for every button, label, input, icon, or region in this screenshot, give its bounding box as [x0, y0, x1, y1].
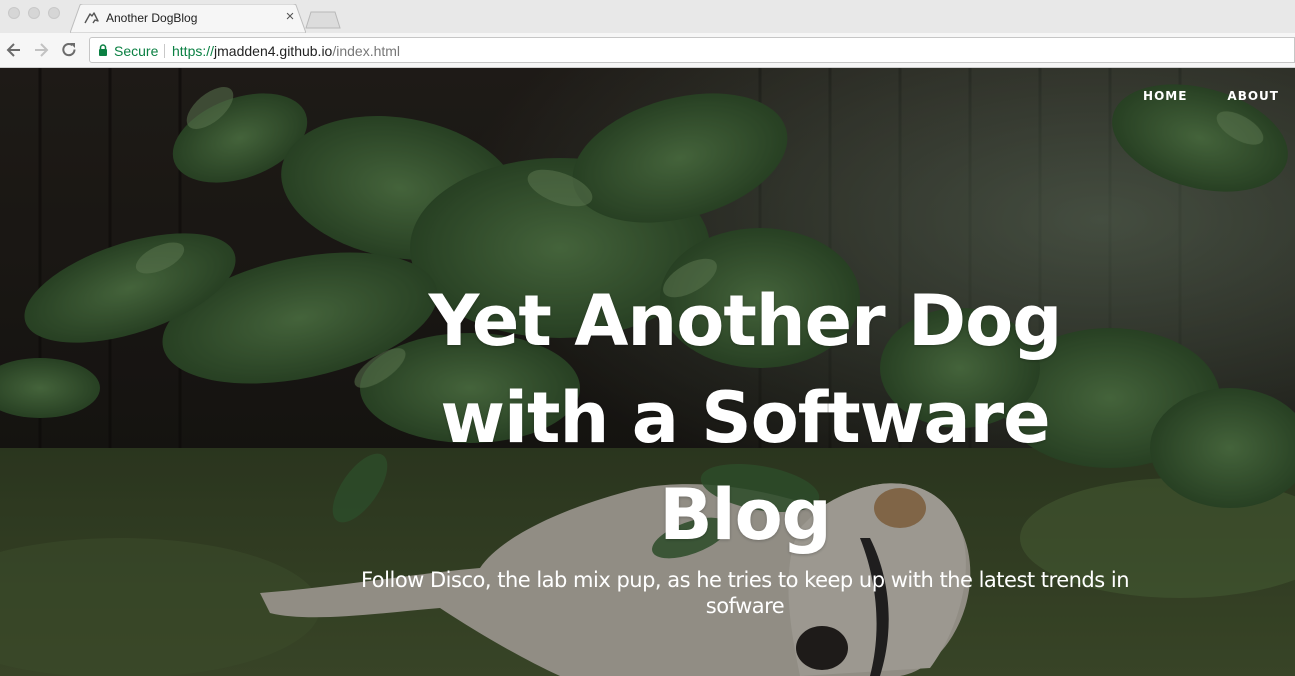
- browser-tab[interactable]: Another DogBlog ×: [70, 4, 306, 33]
- url-text[interactable]: https://jmadden4.github.io/index.html: [172, 43, 400, 59]
- site-heading: Yet Another Dog with a Software Blog: [428, 280, 1063, 556]
- url-scheme: https://: [172, 43, 215, 59]
- url-host: jmadden4.github.io: [214, 43, 333, 59]
- window-close-dot[interactable]: [8, 7, 20, 19]
- browser-toolbar: Secure https://jmadden4.github.io/index.…: [0, 33, 1295, 68]
- back-arrow-icon[interactable]: [4, 40, 24, 60]
- lock-icon: [99, 44, 107, 56]
- secure-label: Secure: [114, 43, 159, 59]
- tab-title: Another DogBlog: [106, 11, 198, 25]
- browser-tab-strip: Another DogBlog ×: [0, 0, 1295, 33]
- new-tab-button[interactable]: [305, 11, 341, 29]
- omnibox-divider: [164, 44, 165, 58]
- site-subheading: Follow Disco, the lab mix pup, as he tri…: [360, 568, 1130, 618]
- url-path: /index.html: [332, 43, 401, 59]
- forward-arrow-icon[interactable]: [31, 40, 51, 60]
- nav-link-about[interactable]: About: [1227, 89, 1279, 103]
- window-zoom-dot[interactable]: [48, 7, 60, 19]
- window-minimize-dot[interactable]: [28, 7, 40, 19]
- address-bar[interactable]: Secure https://jmadden4.github.io/index.…: [89, 37, 1295, 63]
- dog-favicon-icon: [84, 12, 99, 24]
- nav-link-home[interactable]: Home: [1143, 89, 1187, 103]
- reload-icon[interactable]: [59, 40, 79, 60]
- hero-header: Home About Yet Another Dog with a Softwa…: [0, 68, 1295, 676]
- tab-close-icon[interactable]: ×: [282, 9, 298, 25]
- site-nav: Home About: [1143, 89, 1279, 103]
